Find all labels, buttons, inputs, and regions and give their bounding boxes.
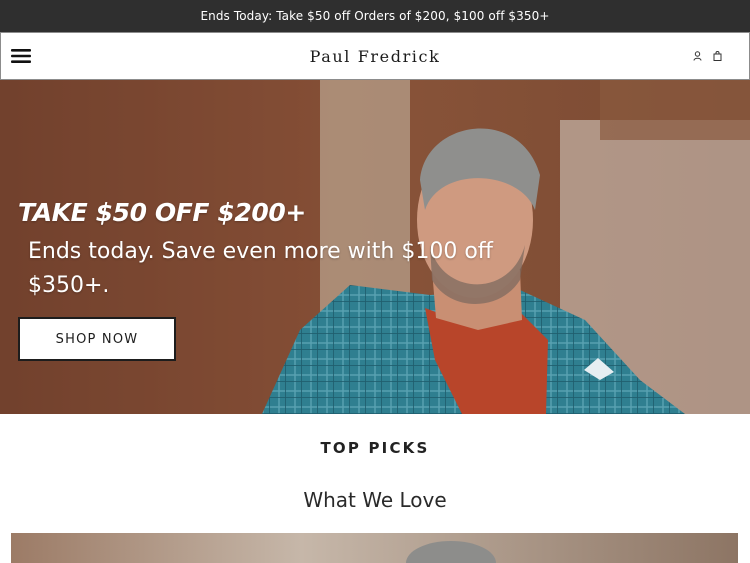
promo-bar: Ends Today: Take $50 off Orders of $200,… [0, 0, 750, 32]
header-icons [691, 50, 723, 62]
product-photo [11, 533, 738, 563]
promo-bar-text[interactable]: Ends Today: Take $50 off Orders of $200,… [200, 9, 549, 23]
shop-now-button[interactable]: SHOP NOW [18, 317, 176, 361]
menu-button[interactable] [3, 33, 39, 79]
shopping-bag-icon [713, 51, 721, 61]
user-icon [693, 51, 701, 61]
hero-text: TAKE $50 OFF $200+ Ends today. Save even… [18, 198, 508, 361]
cart-button[interactable] [711, 50, 723, 62]
account-button[interactable] [691, 50, 703, 62]
site-header: Paul Fredrick [0, 32, 750, 80]
hero-subtext: Ends today. Save even more with $100 off… [28, 239, 493, 298]
hero-headline: TAKE $50 OFF $200+ [18, 198, 306, 227]
hero-banner[interactable]: TAKE $50 OFF $200+ Ends today. Save even… [0, 80, 750, 414]
product-image[interactable] [11, 533, 738, 563]
hamburger-menu-icon [11, 49, 31, 63]
section-title: What We Love [303, 488, 447, 512]
section-eyebrow: TOP PICKS [320, 439, 430, 457]
brand-logo[interactable]: Paul Fredrick [310, 47, 441, 66]
